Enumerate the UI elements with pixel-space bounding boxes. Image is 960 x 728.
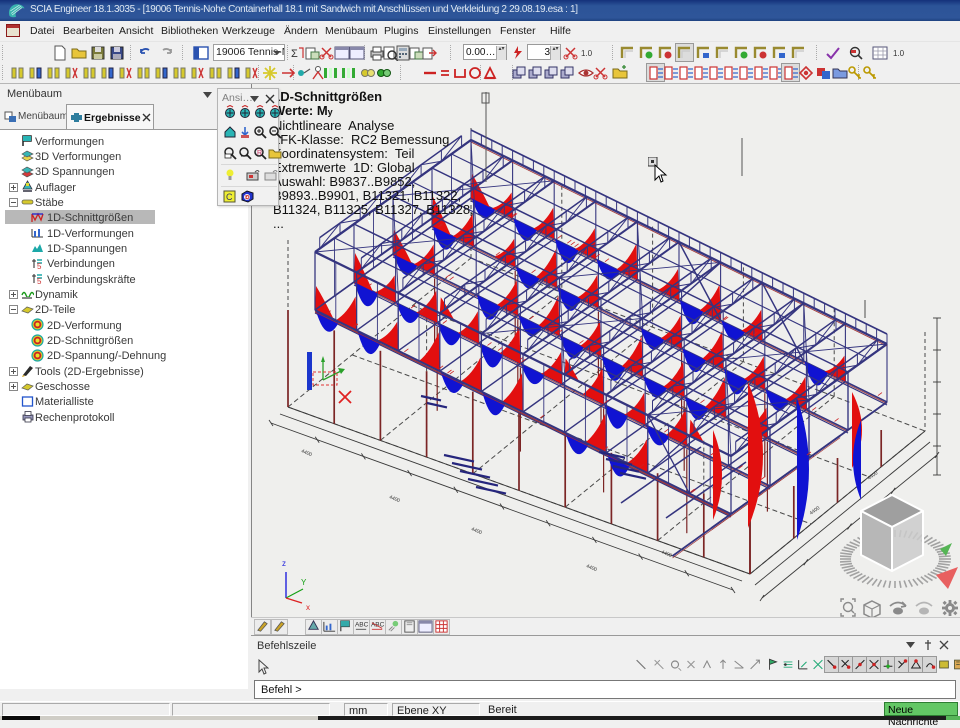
svg-text:C: C <box>226 192 233 202</box>
svg-text:5: 5 <box>37 262 42 270</box>
svg-text:4400: 4400 <box>809 505 822 517</box>
svg-text:z: z <box>282 559 286 568</box>
svg-text:x: x <box>306 603 310 612</box>
svg-text:1.0: 1.0 <box>893 49 905 58</box>
svg-text:Y: Y <box>301 578 307 587</box>
svg-text:4400: 4400 <box>867 470 880 482</box>
svg-text:4400: 4400 <box>470 526 483 536</box>
svg-text:5: 5 <box>37 277 42 285</box>
svg-text:4400: 4400 <box>300 448 313 458</box>
svg-text:R: R <box>257 150 262 157</box>
svg-text:ABC: ABC <box>371 622 385 629</box>
svg-text:4400: 4400 <box>660 549 673 559</box>
svg-text:Σ: Σ <box>291 48 298 60</box>
svg-text:4400: 4400 <box>388 494 401 504</box>
svg-text:4400: 4400 <box>585 563 598 573</box>
svg-text:ABC: ABC <box>355 622 369 629</box>
svg-text:1.0: 1.0 <box>581 49 593 58</box>
